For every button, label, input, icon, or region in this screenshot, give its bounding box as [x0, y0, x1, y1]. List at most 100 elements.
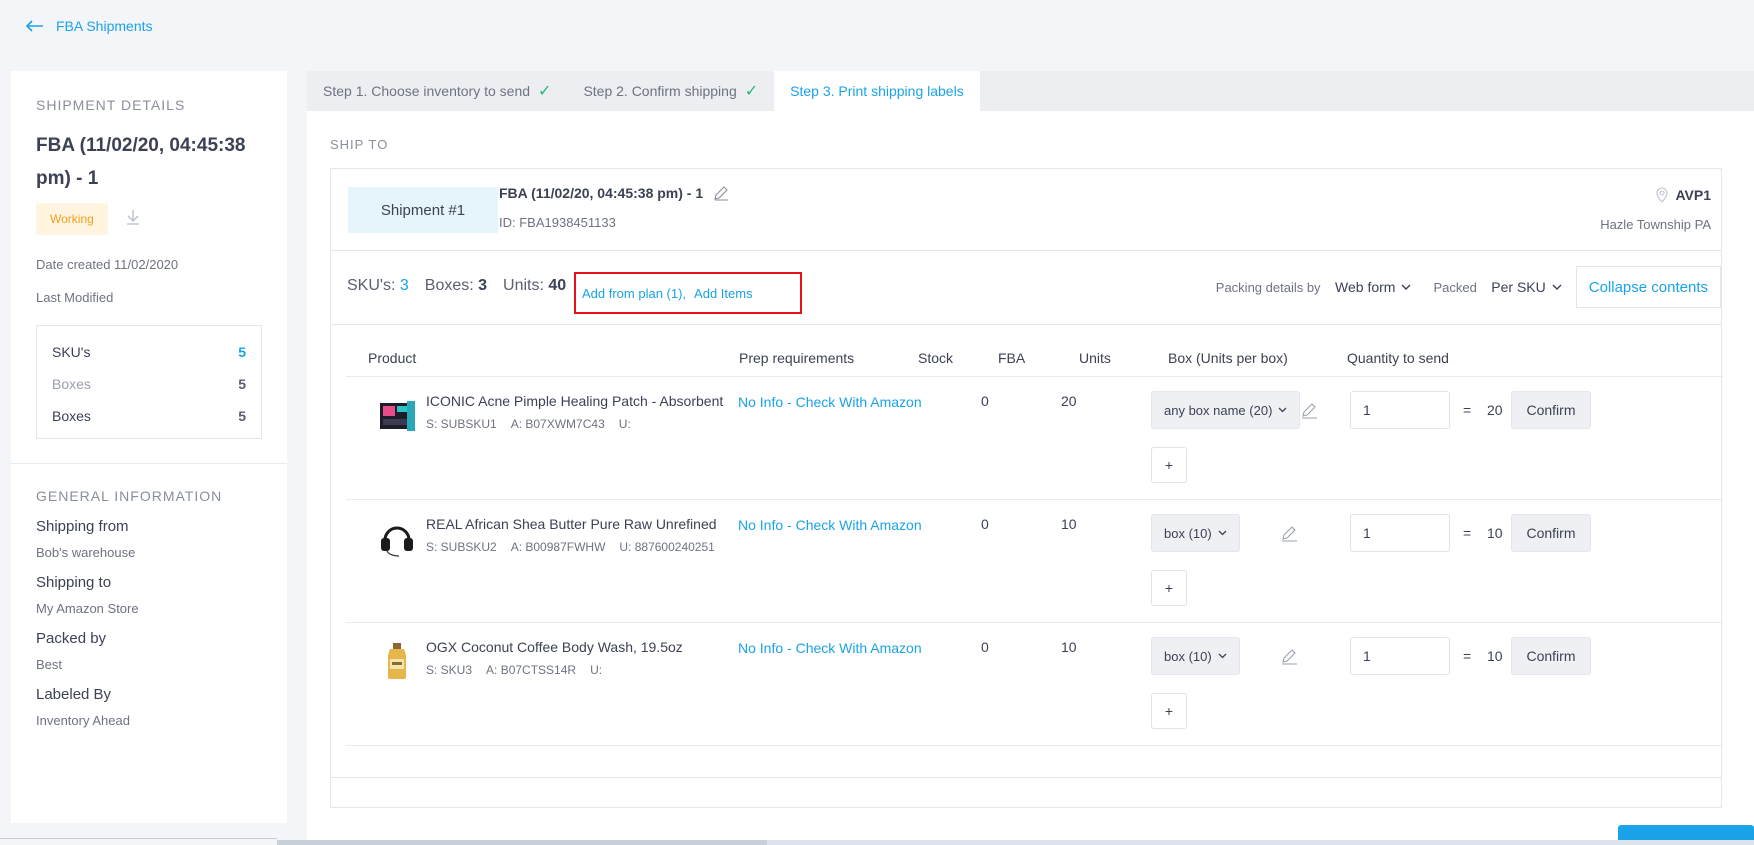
- date-created: Date created 11/02/2020: [36, 257, 179, 272]
- units-label: Units:: [503, 277, 544, 294]
- labeled-by-value: Inventory Ahead: [36, 713, 130, 728]
- scrollbar-thumb[interactable]: [277, 840, 767, 845]
- tab-label: Step 1. Choose inventory to send: [323, 83, 531, 99]
- tab-step-2[interactable]: Step 2. Confirm shipping ✓: [567, 71, 774, 111]
- box-select[interactable]: box (10): [1151, 514, 1240, 552]
- chevron-down-icon: [1552, 284, 1562, 290]
- skus-value: 3: [399, 277, 409, 294]
- tab-step-1[interactable]: Step 1. Choose inventory to send ✓: [307, 71, 567, 111]
- chevron-down-icon: [1218, 653, 1227, 659]
- general-info-title: GENERAL INFORMATION: [36, 488, 223, 504]
- prep-link[interactable]: No Info - Check With Amazon: [738, 517, 926, 533]
- box-value: any box name (20): [1164, 402, 1273, 418]
- ship-panel: SHIP TO Shipment #1 FBA (11/02/20, 04:45…: [307, 111, 1754, 845]
- confirm-button[interactable]: Confirm: [1511, 514, 1591, 552]
- confirm-button[interactable]: Confirm: [1511, 637, 1591, 675]
- shipping-from-value: Bob's warehouse: [36, 545, 136, 560]
- shipment-card: Shipment #1 FBA (11/02/20, 04:45:38 pm) …: [330, 168, 1723, 808]
- pencil-icon[interactable]: [1280, 647, 1298, 665]
- tab-step-3[interactable]: Step 3. Print shipping labels: [774, 71, 980, 111]
- packed-by-label: Packed by: [36, 630, 107, 647]
- pencil-icon[interactable]: [1280, 524, 1298, 542]
- confirm-button[interactable]: Confirm: [1511, 391, 1591, 429]
- count-label: SKU's: [52, 344, 91, 360]
- shipment-id: ID: FBA1938451133: [499, 215, 616, 230]
- upc: U: 887600240251: [619, 540, 715, 554]
- add-items-link[interactable]: Add Items: [694, 286, 753, 301]
- quantity-input[interactable]: [1350, 637, 1450, 675]
- sidebar: SHIPMENT DETAILS FBA (11/02/20, 04:45:38…: [11, 71, 287, 823]
- fba-value: 0: [981, 639, 989, 655]
- packed-details: Packed Per SKU: [1433, 279, 1562, 295]
- box-select[interactable]: box (10): [1151, 637, 1240, 675]
- upc: U:: [618, 417, 631, 431]
- summary-controls: Packing details by Web form Packed Per S…: [1216, 266, 1721, 308]
- asin: A: B00987FWHW: [510, 540, 606, 554]
- units-value: 10: [1061, 639, 1077, 655]
- quantity-input[interactable]: [1350, 391, 1450, 429]
- pencil-icon[interactable]: [713, 185, 729, 201]
- sku: S: SUBSKU2: [426, 540, 497, 554]
- th-qty: Quantity to send: [1347, 350, 1449, 366]
- box-value: box (10): [1164, 648, 1212, 664]
- chevron-down-icon: [1218, 530, 1227, 536]
- total-units: 10: [1487, 525, 1503, 541]
- back-link[interactable]: FBA Shipments: [26, 18, 153, 34]
- main-content: Step 1. Choose inventory to send ✓ Step …: [307, 71, 1754, 845]
- shipping-to-value: My Amazon Store: [36, 601, 139, 616]
- summary-counts: SKU's: 3 Boxes: 3 Units: 40: [347, 277, 566, 295]
- count-row-skus: SKU's 5: [52, 336, 246, 368]
- bottom-divider: [0, 838, 277, 839]
- total-units: 20: [1487, 402, 1503, 418]
- collapse-contents-button[interactable]: Collapse contents: [1575, 266, 1721, 308]
- sku: S: SUBSKU1: [426, 417, 497, 431]
- arrow-left-icon: [26, 20, 43, 32]
- box-select[interactable]: any box name (20): [1151, 391, 1301, 429]
- shipping-from-label: Shipping from: [36, 518, 129, 535]
- boxes-value: 3: [478, 277, 488, 294]
- status-badge: Working: [36, 203, 108, 235]
- shipment-footer-divider: [331, 777, 1721, 778]
- product-image: [388, 643, 406, 679]
- table-row: ICONIC Acne Pimple Healing Patch - Absor…: [346, 377, 1723, 500]
- product-meta: S: SUBSKU2 A: B00987FWHW U: 887600240251: [426, 540, 726, 554]
- packing-value: Web form: [1335, 279, 1396, 295]
- add-box-button[interactable]: +: [1151, 447, 1187, 483]
- boxes-summary: Boxes: 3: [425, 277, 487, 295]
- items-table: Product Prep requirements Stock FBA Unit…: [346, 327, 1723, 746]
- shipment-name-text: FBA (11/02/20, 04:45:38 pm) - 1: [499, 185, 704, 201]
- th-stock: Stock: [918, 350, 954, 366]
- sku: S: SKU3: [426, 663, 473, 677]
- product-name: ICONIC Acne Pimple Healing Patch - Absor…: [426, 393, 726, 409]
- shipment-title: FBA (11/02/20, 04:45:38 pm) - 1: [36, 135, 246, 189]
- check-icon: ✓: [538, 83, 552, 100]
- pencil-icon[interactable]: [1300, 401, 1318, 419]
- counts-box: SKU's 5 Boxes 5 Boxes 5: [36, 325, 262, 439]
- fulfillment-center: AVP1: [1655, 187, 1711, 203]
- horizontal-scrollbar[interactable]: [277, 840, 1754, 845]
- units-value: 20: [1061, 393, 1077, 409]
- add-box-button[interactable]: +: [1151, 693, 1187, 729]
- product-meta: S: SKU3 A: B07CTSS14R U:: [426, 663, 726, 677]
- shipment-header: Shipment #1 FBA (11/02/20, 04:45:38 pm) …: [331, 169, 1721, 251]
- packed-value: Per SKU: [1491, 279, 1546, 295]
- add-box-button[interactable]: +: [1151, 570, 1187, 606]
- fba-value: 0: [981, 516, 989, 532]
- equals-sign: =: [1463, 525, 1472, 541]
- th-units: Units: [1079, 350, 1111, 366]
- packing-dropdown[interactable]: Web form: [1335, 279, 1411, 295]
- count-row-boxes: Boxes 5: [52, 368, 246, 400]
- add-from-plan-link[interactable]: Add from plan (1),: [582, 286, 686, 301]
- prep-link[interactable]: No Info - Check With Amazon: [738, 394, 926, 410]
- product-name: REAL African Shea Butter Pure Raw Unrefi…: [426, 516, 717, 532]
- check-icon: ✓: [744, 83, 759, 100]
- packed-dropdown[interactable]: Per SKU: [1491, 279, 1562, 295]
- download-icon[interactable]: [124, 208, 142, 231]
- prep-link[interactable]: No Info - Check With Amazon: [738, 640, 926, 656]
- quantity-input[interactable]: [1350, 514, 1450, 552]
- product-image: [381, 526, 413, 557]
- th-product: Product: [368, 350, 417, 366]
- packed-label: Packed: [1433, 280, 1477, 295]
- asin: A: B07XWM7C43: [510, 417, 605, 431]
- product-name: OGX Coconut Coffee Body Wash, 19.5oz: [426, 639, 683, 655]
